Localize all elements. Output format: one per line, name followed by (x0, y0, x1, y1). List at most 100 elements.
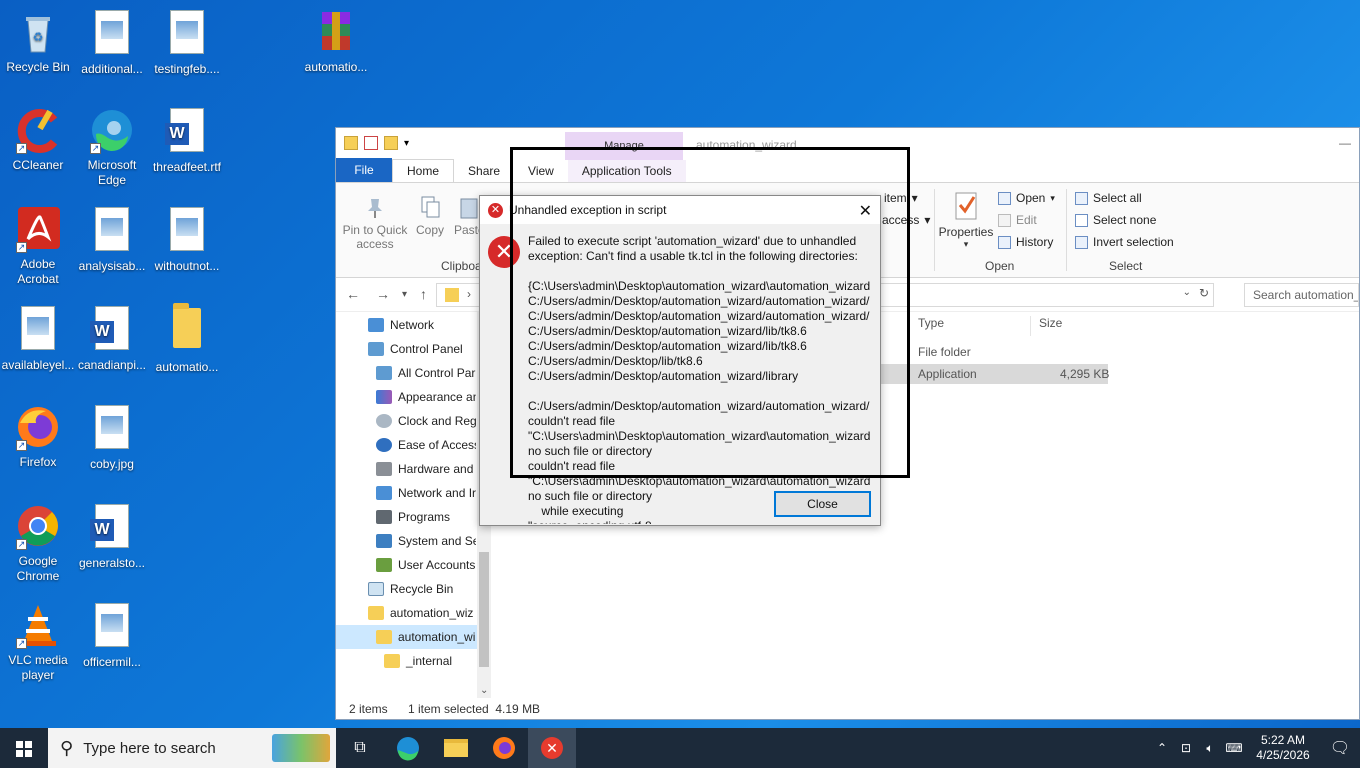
desktop-icon-archive[interactable]: automatio... (298, 8, 374, 75)
taskbar-edge-button[interactable] (384, 728, 432, 768)
edit-icon (998, 213, 1011, 227)
address-dropdown-icon[interactable]: ⌄ (1183, 287, 1191, 298)
history-button[interactable]: History (998, 235, 1053, 249)
nav-item-all-control-panel[interactable]: All Control Par (376, 363, 476, 383)
desktop-icon-doc[interactable]: W generalsto... (74, 502, 150, 571)
tab-file[interactable]: File (336, 158, 392, 182)
chevron-up-icon[interactable]: ⌃ (1150, 741, 1174, 755)
select-all-button[interactable]: Select all (1075, 191, 1142, 205)
desktop-icon-chrome[interactable]: ↗ Google Chrome (0, 502, 76, 584)
desktop-icon-file[interactable]: coby.jpg (74, 403, 150, 472)
close-icon[interactable]: ✕ (859, 201, 872, 221)
close-button[interactable]: Close (774, 491, 871, 517)
taskbar-firefox-button[interactable] (480, 728, 528, 768)
system-tray: ⌃ ⊡ 🔈︎ ⌨︎ 5:22 AM 4/25/2026 🗨︎ (1150, 728, 1360, 768)
nav-item-automation-wizard-sub[interactable]: automation_wi (336, 625, 477, 649)
edit-button[interactable]: Edit (998, 213, 1037, 227)
desktop-icon-file[interactable]: additional... (74, 8, 150, 77)
desktop-icon-doc[interactable]: W canadianpi... (74, 304, 150, 373)
tab-manage[interactable]: Manage (565, 132, 683, 160)
chevron-down-icon: ▾ (911, 191, 918, 205)
scroll-down-icon[interactable]: ⌄ (480, 685, 488, 696)
tab-view[interactable]: View (514, 160, 568, 182)
search-input[interactable]: Search automation_w (1244, 283, 1359, 307)
desktop-icon-file[interactable]: officermil... (74, 601, 150, 670)
nav-item-automation-wizard[interactable]: automation_wiz (368, 603, 476, 623)
properties-button[interactable]: Properties ▾ (938, 191, 994, 250)
file-row-app-type: Application (918, 367, 977, 381)
column-header-size[interactable]: Size (1030, 316, 1062, 336)
forward-arrow-icon[interactable]: → (376, 286, 390, 302)
open-button[interactable]: Open ▾ (998, 191, 1055, 205)
column-header-type[interactable]: Type (918, 316, 944, 330)
pin-icon (363, 195, 387, 219)
chevron-down-icon[interactable]: ▾ (404, 138, 409, 149)
recent-locations-chevron-icon[interactable]: ▾ (402, 289, 407, 300)
select-none-button[interactable]: Select none (1075, 213, 1156, 227)
new-item-button[interactable]: item ▾ (884, 191, 918, 205)
desktop-icon-folder[interactable]: automatio... (149, 303, 225, 375)
folder-icon (384, 654, 400, 668)
pin-to-quick-access-button[interactable]: Pin to Quick access (342, 195, 408, 251)
ccleaner-icon: ↗ (14, 106, 62, 154)
invert-selection-button[interactable]: Invert selection (1075, 235, 1174, 249)
file-row-folder-type[interactable]: File folder (918, 345, 971, 359)
desktop-icon-edge[interactable]: ↗ Microsoft Edge (74, 106, 150, 188)
refresh-icon[interactable]: ↻ (1199, 286, 1209, 300)
nav-item-appearance[interactable]: Appearance an (376, 387, 476, 407)
nav-item-programs[interactable]: Programs (376, 507, 476, 527)
error-icon: ✕ (541, 737, 563, 759)
desktop-icon-file[interactable]: analysisab... (74, 205, 150, 274)
desktop-icon-ccleaner[interactable]: ↗ CCleaner (0, 106, 76, 173)
desktop-icon-recycle-bin[interactable]: ♻ Recycle Bin (0, 8, 76, 75)
nav-item-network-internet[interactable]: Network and Ir (376, 483, 476, 503)
nav-item-system-security[interactable]: System and Sec (376, 531, 476, 551)
error-large-icon: ✕ (488, 236, 520, 268)
task-view-button[interactable]: ⧉ (336, 728, 384, 768)
desktop-icon-file[interactable]: testingfeb.... (149, 8, 225, 77)
desktop-icon-acrobat[interactable]: ↗ Adobe Acrobat (0, 205, 76, 287)
nav-item-ease-of-access[interactable]: Ease of Access (376, 435, 476, 455)
status-selection: 1 item selected 4.19 MB (408, 702, 541, 716)
nav-item-internal[interactable]: _internal (384, 651, 476, 671)
tab-application-tools[interactable]: Application Tools (567, 160, 686, 182)
open-group-label: Open (985, 259, 1015, 273)
scroll-thumb[interactable] (479, 552, 489, 667)
nav-item-clock[interactable]: Clock and Regi (376, 411, 476, 431)
nav-item-network[interactable]: Network (368, 315, 476, 335)
start-button[interactable] (0, 728, 48, 768)
nav-item-hardware[interactable]: Hardware and (376, 459, 476, 479)
firefox-icon (493, 737, 515, 759)
tab-share[interactable]: Share (454, 160, 514, 182)
easy-access-button[interactable]: access ▾ (882, 213, 930, 227)
up-arrow-icon[interactable]: ↑ (420, 286, 427, 302)
properties-icon[interactable] (364, 136, 378, 150)
folder-icon[interactable] (344, 136, 358, 150)
paste-icon (457, 195, 481, 219)
network-icon[interactable]: ⊡ (1174, 741, 1198, 755)
new-folder-icon[interactable] (384, 136, 398, 150)
copy-button[interactable]: Copy (412, 195, 448, 237)
nav-item-control-panel[interactable]: Control Panel (368, 339, 476, 359)
taskbar-explorer-button[interactable] (432, 728, 480, 768)
desktop-icon-file[interactable]: availableyel... (0, 304, 76, 373)
desktop-icon-vlc[interactable]: ↗ VLC media player (0, 601, 76, 683)
search-icon: ⚲ (60, 737, 74, 758)
folder-icon (376, 630, 392, 644)
minimize-icon[interactable]: — (1339, 136, 1351, 150)
volume-icon[interactable]: 🔈︎ (1198, 741, 1222, 756)
keyboard-icon[interactable]: ⌨︎ (1222, 741, 1246, 755)
edge-icon (397, 737, 419, 761)
nav-item-user-accounts[interactable]: User Accounts (376, 555, 476, 575)
desktop-icon-rtf[interactable]: W threadfeet.rtf (149, 106, 225, 175)
clock[interactable]: 5:22 AM 4/25/2026 (1246, 733, 1320, 763)
back-arrow-icon[interactable]: ← (346, 286, 360, 302)
desktop-icon-firefox[interactable]: ↗ Firefox (0, 403, 76, 470)
nav-item-recycle-bin[interactable]: Recycle Bin (368, 579, 476, 599)
desktop-icon-file[interactable]: withoutnot... (149, 205, 225, 274)
taskbar-error-app-button[interactable]: ✕ (528, 728, 576, 768)
tab-home[interactable]: Home (392, 159, 455, 182)
notification-icon[interactable]: 🗨︎ (1320, 738, 1360, 758)
taskbar-search-box[interactable]: ⚲ Type here to search (48, 728, 336, 768)
open-icon (998, 191, 1011, 205)
